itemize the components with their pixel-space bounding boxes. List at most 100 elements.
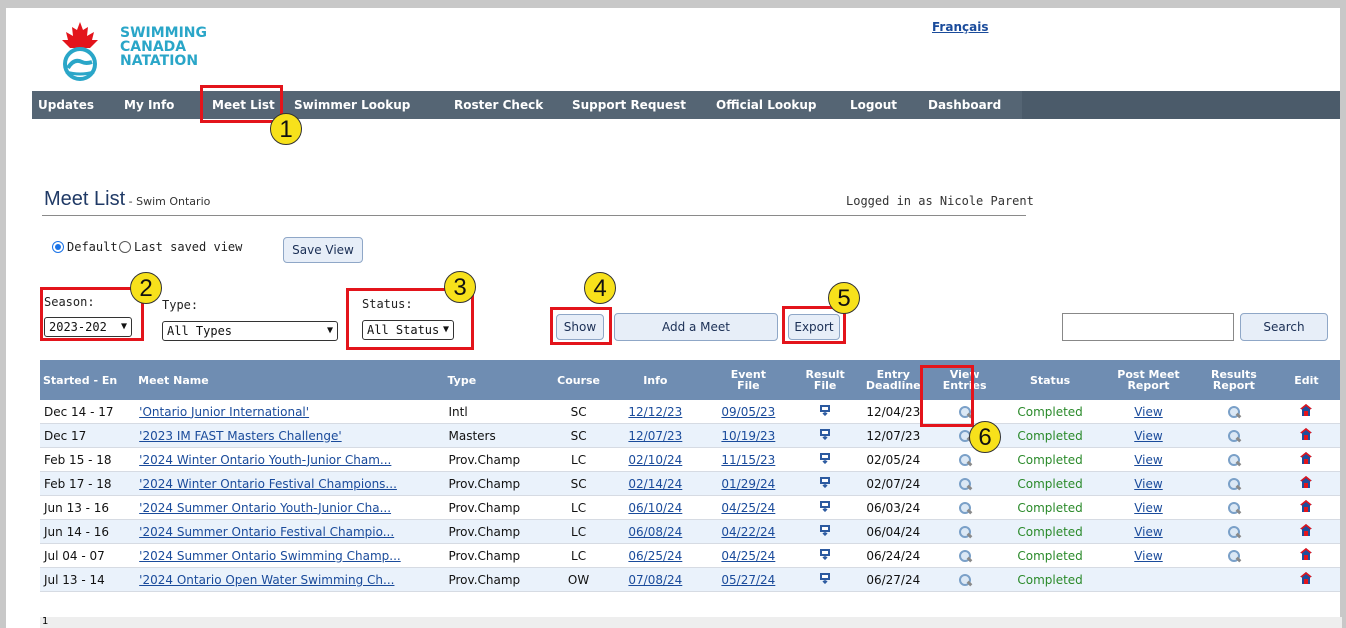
download-file-icon[interactable] [819,476,831,489]
magnifier-icon[interactable] [1227,549,1241,563]
col-event-file[interactable]: Event File [701,360,795,400]
meet-name-link[interactable]: '2024 Ontario Open Water Swimming Ch... [139,573,394,587]
info-link[interactable]: 07/08/24 [628,573,682,587]
status-text: Completed [998,471,1102,496]
col-status[interactable]: Status [998,360,1102,400]
meet-name-cell: '2024 Summer Ontario Festival Champio... [135,519,445,544]
nav-updates[interactable]: Updates [38,91,94,119]
magnifier-icon[interactable] [958,573,972,587]
event-file-link[interactable]: 01/29/24 [721,477,775,491]
meet-type: Prov.Champ [444,543,549,568]
maple-leaf-swimmer-icon [62,22,98,81]
last-saved-view-radio[interactable] [119,241,131,253]
meet-name-link[interactable]: '2024 Summer Ontario Youth-Junior Cha... [139,501,391,515]
nav-official-lookup[interactable]: Official Lookup [716,91,816,119]
info-link[interactable]: 06/08/24 [628,525,682,539]
edit-cell [1272,447,1340,472]
edit-house-icon[interactable] [1299,571,1313,585]
download-file-icon[interactable] [819,428,831,441]
type-select[interactable]: All Types ▼ [162,321,338,341]
col-info[interactable]: Info [608,360,702,400]
download-file-icon[interactable] [819,548,831,561]
event-file-link[interactable]: 04/22/24 [721,525,775,539]
search-button[interactable]: Search [1240,313,1328,341]
meet-name-link[interactable]: '2024 Summer Ontario Festival Champio... [139,525,394,539]
nav-my-info[interactable]: My Info [124,91,174,119]
col-meet-name[interactable]: Meet Name [135,360,445,400]
magnifier-icon[interactable] [1227,429,1241,443]
edit-house-icon[interactable] [1299,475,1313,489]
entry-deadline: 06/03/24 [855,495,932,520]
event-file-cell: 10/19/23 [701,423,795,448]
view-report-link[interactable]: View [1134,429,1162,443]
view-report-link[interactable]: View [1134,405,1162,419]
event-file-link[interactable]: 11/15/23 [721,453,775,467]
magnifier-icon[interactable] [1227,501,1241,515]
info-link[interactable]: 02/10/24 [628,453,682,467]
nav-logout[interactable]: Logout [850,91,897,119]
magnifier-icon[interactable] [958,525,972,539]
meet-name-link[interactable]: 'Ontario Junior International' [139,405,309,419]
download-file-icon[interactable] [819,524,831,537]
meet-name-link[interactable]: '2024 Winter Ontario Festival Champions.… [139,477,397,491]
callout-badge-4: 4 [584,272,616,304]
post-meet-report-cell: View [1101,543,1195,568]
magnifier-icon[interactable] [958,477,972,491]
meet-name-link[interactable]: '2023 IM FAST Masters Challenge' [139,429,341,443]
search-input[interactable] [1062,313,1234,341]
default-view-radio[interactable] [52,241,64,253]
download-file-icon[interactable] [819,500,831,513]
event-file-link[interactable]: 04/25/24 [721,549,775,563]
event-file-link[interactable]: 10/19/23 [721,429,775,443]
event-file-link[interactable]: 05/27/24 [721,573,775,587]
col-type[interactable]: Type [444,360,549,400]
magnifier-icon[interactable] [1227,405,1241,419]
magnifier-icon[interactable] [1227,477,1241,491]
magnifier-icon[interactable] [958,501,972,515]
download-file-icon[interactable] [819,572,831,585]
view-report-link[interactable]: View [1134,453,1162,467]
add-meet-button[interactable]: Add a Meet [614,313,778,341]
view-report-link[interactable]: View [1134,549,1162,563]
nav-roster-check[interactable]: Roster Check [454,91,543,119]
nav-swimmer-lookup[interactable]: Swimmer Lookup [294,91,410,119]
magnifier-icon[interactable] [1227,525,1241,539]
edit-house-icon[interactable] [1299,499,1313,513]
edit-house-icon[interactable] [1299,451,1313,465]
edit-house-icon[interactable] [1299,403,1313,417]
meet-name-link[interactable]: '2024 Summer Ontario Swimming Champ... [139,549,401,563]
edit-house-icon[interactable] [1299,427,1313,441]
col-course[interactable]: Course [548,360,609,400]
col-edit[interactable]: Edit [1272,360,1340,400]
pagination-footer: 1 [40,617,1342,628]
info-link[interactable]: 12/07/23 [628,429,682,443]
meet-course: SC [548,400,609,424]
col-results-report[interactable]: Results Report [1194,360,1273,400]
swimming-canada-logo[interactable]: SWIMMING CANADA NATATION [50,18,230,84]
magnifier-icon[interactable] [958,549,972,563]
save-view-button[interactable]: Save View [283,237,363,263]
magnifier-icon[interactable] [958,453,972,467]
info-link[interactable]: 12/12/23 [628,405,682,419]
download-file-icon[interactable] [819,452,831,465]
col-result-file[interactable]: Result File [794,360,856,400]
download-file-icon[interactable] [819,404,831,417]
edit-house-icon[interactable] [1299,547,1313,561]
info-link[interactable]: 06/10/24 [628,501,682,515]
language-link[interactable]: Français [932,20,988,34]
view-report-link[interactable]: View [1134,525,1162,539]
info-link[interactable]: 06/25/24 [628,549,682,563]
nav-dashboard[interactable]: Dashboard [928,91,1001,119]
info-link[interactable]: 02/14/24 [628,477,682,491]
view-report-link[interactable]: View [1134,501,1162,515]
meet-type: Prov.Champ [444,567,549,592]
col-post-meet-report[interactable]: Post Meet Report [1101,360,1195,400]
nav-support-request[interactable]: Support Request [572,91,686,119]
edit-house-icon[interactable] [1299,523,1313,537]
event-file-link[interactable]: 04/25/24 [721,501,775,515]
meet-name-link[interactable]: '2024 Winter Ontario Youth-Junior Cham..… [139,453,391,467]
col-started[interactable]: Started - En [40,360,136,400]
event-file-link[interactable]: 09/05/23 [721,405,775,419]
magnifier-icon[interactable] [1227,453,1241,467]
view-report-link[interactable]: View [1134,477,1162,491]
